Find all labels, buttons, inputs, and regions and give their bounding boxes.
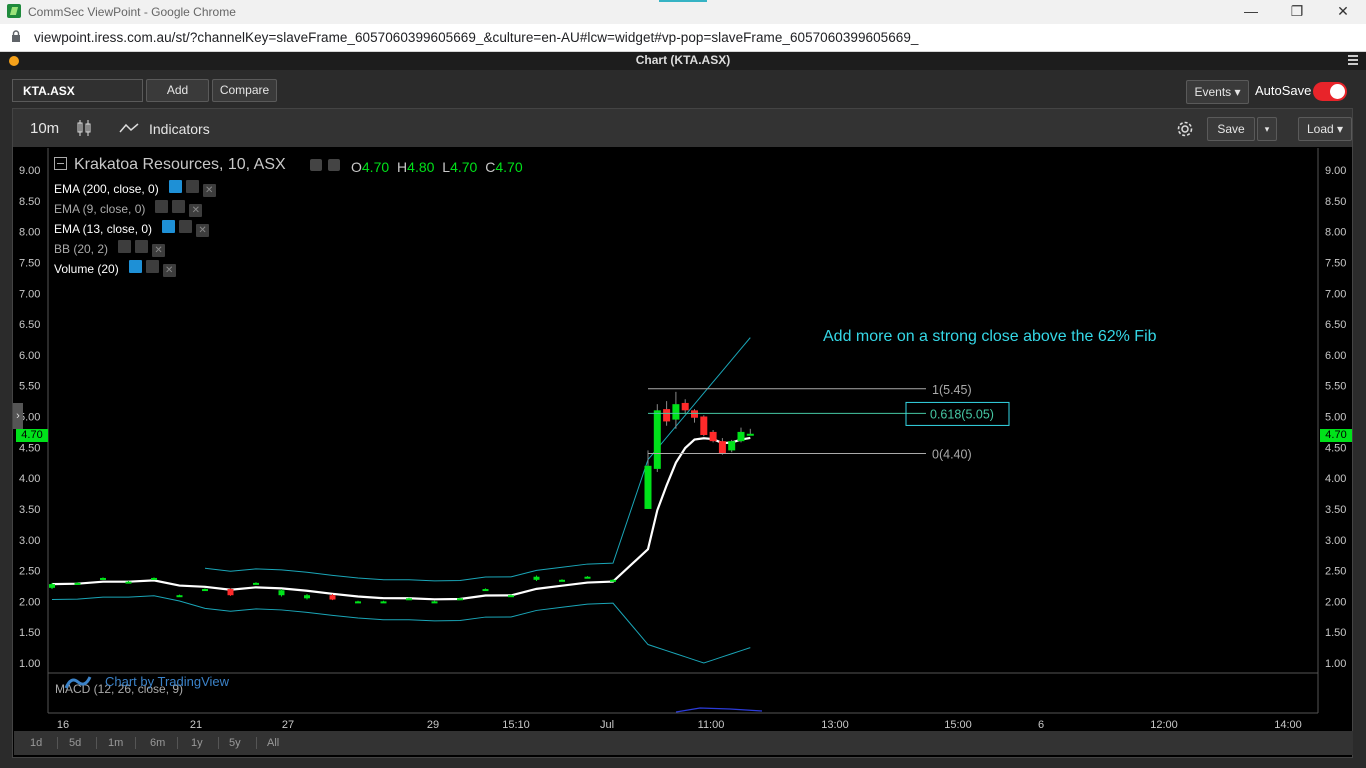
close-window-button[interactable]: ✕ xyxy=(1328,2,1358,22)
range-5y[interactable]: 5y xyxy=(229,737,241,749)
study-label: Volume (20) xyxy=(54,262,119,277)
url-text[interactable]: viewpoint.iress.com.au/st/?channelKey=sl… xyxy=(34,30,918,45)
range-1d[interactable]: 1d xyxy=(30,737,42,749)
range-separator xyxy=(57,737,58,749)
range-5d[interactable]: 5d xyxy=(69,737,81,749)
eye-icon[interactable] xyxy=(168,180,182,193)
candlestick-icon[interactable] xyxy=(76,119,92,137)
save-options-button[interactable]: ▾ xyxy=(1257,117,1277,141)
study-label: EMA (9, close, 0) xyxy=(54,202,146,217)
events-dropdown[interactable]: Events ▾ xyxy=(1186,80,1249,104)
eye-icon[interactable] xyxy=(118,240,132,253)
load-button[interactable]: Load ▾ xyxy=(1298,117,1352,141)
study-label: EMA (200, close, 0) xyxy=(54,182,159,197)
panel-title: Chart (KTA.ASX) xyxy=(635,53,731,67)
ohlc-values: O4.70 H4.80 L4.70 C4.70 xyxy=(351,159,523,175)
range-separator xyxy=(218,737,219,749)
settings-icon[interactable] xyxy=(172,200,186,213)
settings-icon[interactable] xyxy=(185,180,199,193)
range-1m[interactable]: 1m xyxy=(108,737,123,749)
settings-icon[interactable] xyxy=(328,159,340,171)
remove-icon[interactable]: ✕ xyxy=(196,224,210,237)
link-color-dot[interactable] xyxy=(9,56,19,66)
save-button[interactable]: Save xyxy=(1207,117,1255,141)
hamburger-menu-icon[interactable] xyxy=(1348,55,1358,65)
lock-icon xyxy=(12,30,20,42)
eye-icon[interactable] xyxy=(162,220,176,233)
address-bar[interactable]: viewpoint.iress.com.au/st/?channelKey=sl… xyxy=(0,24,1366,52)
symbol-title: Krakatoa Resources, 10, ASX xyxy=(74,156,286,173)
settings-icon[interactable] xyxy=(135,240,149,253)
toolbar: KTA.ASX Add Compare Events ▾ AutoSave xyxy=(0,70,1366,108)
range-separator xyxy=(256,737,257,749)
chart-annotation[interactable]: Add more on a strong close above the 62%… xyxy=(823,328,1157,346)
study-label: BB (20, 2) xyxy=(54,242,109,257)
chart-frame: 10m Indicators Save ▾ Load ▾ xyxy=(12,108,1353,758)
study-item[interactable]: BB (20, 2) ✕ xyxy=(54,240,169,257)
browser-title-bar: CommSec ViewPoint - Google Chrome — ❐ ✕ xyxy=(0,0,1366,24)
range-1y[interactable]: 1y xyxy=(191,737,203,749)
compare-button[interactable]: Compare xyxy=(212,79,277,102)
price-tag-right: 4.70 xyxy=(1320,429,1352,442)
gear-icon[interactable] xyxy=(1175,119,1195,139)
panel-header: Chart (KTA.ASX) xyxy=(0,52,1366,70)
autosave-label: AutoSave xyxy=(1255,83,1312,98)
study-label: EMA (13, close, 0) xyxy=(54,222,153,237)
collapse-legend-icon[interactable] xyxy=(54,157,67,170)
indicators-icon[interactable] xyxy=(119,122,139,134)
settings-icon[interactable] xyxy=(145,260,159,273)
time-range-bar: 1d 5d 1m 6m 1y 5y All xyxy=(14,731,1353,755)
watermark-text: Chart by TradingView xyxy=(105,674,230,689)
range-separator xyxy=(177,737,178,749)
eye-icon[interactable] xyxy=(128,260,142,273)
window-title: CommSec ViewPoint - Google Chrome xyxy=(28,5,236,19)
range-separator xyxy=(135,737,136,749)
study-item[interactable]: Volume (20) ✕ xyxy=(54,260,180,277)
restore-button[interactable]: ❐ xyxy=(1282,2,1312,22)
add-button[interactable]: Add xyxy=(146,79,209,102)
remove-icon[interactable]: ✕ xyxy=(152,244,166,257)
study-item[interactable]: EMA (13, close, 0) ✕ xyxy=(54,220,213,237)
range-all[interactable]: All xyxy=(267,737,279,749)
remove-icon[interactable]: ✕ xyxy=(162,264,176,277)
settings-icon[interactable] xyxy=(179,220,193,233)
range-separator xyxy=(96,737,97,749)
app-icon xyxy=(7,4,21,18)
minimize-button[interactable]: — xyxy=(1236,2,1266,22)
side-panel-handle[interactable]: › xyxy=(13,403,23,429)
tab-accent xyxy=(659,0,707,2)
symbol-input[interactable]: KTA.ASX xyxy=(12,79,143,102)
remove-icon[interactable]: ✕ xyxy=(202,184,216,197)
remove-icon[interactable]: ✕ xyxy=(189,204,203,217)
range-6m[interactable]: 6m xyxy=(150,737,165,749)
tradingview-logo-icon xyxy=(64,676,92,689)
price-tag-left: 4.70 xyxy=(16,429,48,442)
chart-top-toolbar: 10m Indicators Save ▾ Load ▾ xyxy=(13,109,1352,147)
interval-selector[interactable]: 10m xyxy=(30,120,59,137)
eye-icon[interactable] xyxy=(155,200,169,213)
autosave-toggle[interactable] xyxy=(1313,82,1347,101)
visibility-icon[interactable] xyxy=(310,159,322,171)
indicators-button[interactable]: Indicators xyxy=(149,121,210,137)
study-item[interactable]: EMA (200, close, 0) ✕ xyxy=(54,180,220,197)
study-item[interactable]: EMA (9, close, 0) ✕ xyxy=(54,200,206,217)
